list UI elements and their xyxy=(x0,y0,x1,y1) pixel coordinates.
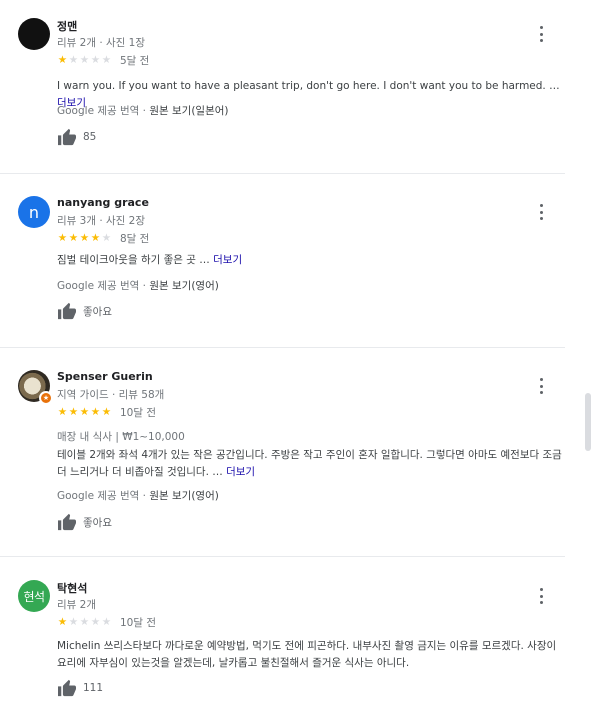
rating-row: ★ ★ ★ ★ ★ 8달 전 xyxy=(57,231,150,245)
like-button[interactable]: 좋아요 xyxy=(57,302,112,320)
reviewer-meta: 리뷰 2개 xyxy=(57,599,96,611)
more-options-icon[interactable] xyxy=(538,378,544,394)
star-icon: ★ xyxy=(57,405,68,418)
more-options-icon[interactable] xyxy=(538,588,544,604)
like-button[interactable]: 111 xyxy=(57,679,103,697)
profile-photo: ★ xyxy=(18,370,53,405)
dining-price-info: 매장 내 식사 | ₩1~10,000 xyxy=(57,431,185,443)
avatar-initial: n xyxy=(28,202,40,222)
more-link[interactable]: 더보기 xyxy=(226,466,255,478)
view-original-link[interactable]: 원본 보기(일본어) xyxy=(149,105,228,117)
review-card: 정맨 리뷰 2개 · 사진 1장 ★ ★ ★ ★ ★ 5달 전 I warn you. … xyxy=(0,18,574,168)
divider xyxy=(0,347,565,348)
more-options-icon[interactable] xyxy=(538,26,544,42)
reviewer-name[interactable]: nanyang grace xyxy=(57,196,149,209)
translation-label: Google 제공 번역 · xyxy=(57,105,150,117)
star-icon: ★ xyxy=(90,615,101,628)
review-text: 테이블 2개와 좌석 4개가 있는 작은 공간입니다. 주방은 작고 주인이 혼… xyxy=(57,447,567,481)
review-time: 5달 전 xyxy=(120,54,150,67)
star-icon: ★ xyxy=(79,405,90,418)
star-icon: ★ xyxy=(101,405,112,418)
divider xyxy=(0,173,565,174)
star-rating: ★ ★ ★ ★ ★ xyxy=(57,55,112,66)
like-button[interactable]: 좋아요 xyxy=(57,513,112,531)
rating-row: ★ ★ ★ ★ ★ 10달 전 xyxy=(57,405,156,419)
divider xyxy=(0,556,565,557)
avatar[interactable]: n xyxy=(18,196,50,228)
local-guide-badge-icon: ★ xyxy=(39,391,53,405)
star-icon: ★ xyxy=(79,615,90,628)
star-rating: ★ ★ ★ ★ ★ xyxy=(57,233,112,244)
reviewer-name[interactable]: 탁현석 xyxy=(57,580,87,596)
avatar[interactable]: 현석 xyxy=(18,580,50,612)
thumbs-up-icon xyxy=(58,302,76,320)
review-card: 현석 탁현석 리뷰 2개 ★ ★ ★ ★ ★ 10달 전 Michelin 쓰리스타보다… xyxy=(0,580,574,719)
like-count: 85 xyxy=(83,131,97,143)
review-text: Michelin 쓰리스타보다 까다로운 예약방법, 먹기도 전에 피곤하다. … xyxy=(57,638,567,672)
reviewer-name[interactable]: Spenser Guerin xyxy=(57,370,153,383)
star-rating: ★ ★ ★ ★ ★ xyxy=(57,407,112,418)
translation-label: Google 제공 번역 · xyxy=(57,280,150,292)
star-icon: ★ xyxy=(79,231,90,244)
review-time: 8달 전 xyxy=(120,232,150,245)
rating-row: ★ ★ ★ ★ ★ 10달 전 xyxy=(57,615,156,629)
star-icon: ★ xyxy=(57,231,68,244)
more-options-icon[interactable] xyxy=(538,204,544,220)
view-original-link[interactable]: 원본 보기(영어) xyxy=(149,490,219,502)
review-time: 10달 전 xyxy=(120,616,157,629)
scrollbar-thumb[interactable] xyxy=(585,393,591,451)
rating-row: ★ ★ ★ ★ ★ 5달 전 xyxy=(57,53,150,67)
star-icon: ★ xyxy=(57,615,68,628)
star-rating: ★ ★ ★ ★ ★ xyxy=(57,617,112,628)
like-count: 111 xyxy=(83,682,104,694)
review-body: I warn you. If you want to have a pleasa… xyxy=(57,80,560,92)
star-icon: ★ xyxy=(90,405,101,418)
star-icon: ★ xyxy=(79,53,90,66)
translation-label: Google 제공 번역 · xyxy=(57,490,150,502)
like-button[interactable]: 85 xyxy=(57,128,96,146)
review-card: ★ Spenser Guerin 지역 가이드 · 리뷰 58개 ★ ★ ★ ★ ★ 1… xyxy=(0,370,574,540)
star-icon: ★ xyxy=(68,405,79,418)
translation-note: Google 제공 번역 · 원본 보기(영어) xyxy=(57,488,219,503)
avatar-initial: 현석 xyxy=(23,589,45,604)
star-icon: ★ xyxy=(68,615,79,628)
reviewer-meta: 리뷰 3개 · 사진 2장 xyxy=(57,215,146,227)
star-icon: ★ xyxy=(90,231,101,244)
review-body: Michelin 쓰리스타보다 까다로운 예약방법, 먹기도 전에 피곤하다. … xyxy=(57,640,557,669)
star-icon: ★ xyxy=(101,53,112,66)
star-icon: ★ xyxy=(68,231,79,244)
review-time: 10달 전 xyxy=(120,406,157,419)
star-icon: ★ xyxy=(90,53,101,66)
avatar[interactable] xyxy=(18,18,50,50)
like-label: 좋아요 xyxy=(83,516,112,529)
reviewer-name[interactable]: 정맨 xyxy=(57,18,77,34)
thumbs-up-icon xyxy=(58,679,76,697)
more-link[interactable]: 더보기 xyxy=(213,254,242,266)
reviewer-meta: 지역 가이드 · 리뷰 58개 xyxy=(57,389,165,401)
avatar[interactable]: ★ xyxy=(18,370,53,405)
review-text: 짐벌 테이크아웃을 하기 좋은 곳 … 더보기 xyxy=(57,252,567,269)
star-icon: ★ xyxy=(101,615,112,628)
thumbs-up-icon xyxy=(58,513,76,531)
star-icon: ★ xyxy=(101,231,112,244)
star-icon: ★ xyxy=(68,53,79,66)
review-body: 짐벌 테이크아웃을 하기 좋은 곳 … xyxy=(57,254,210,266)
thumbs-up-icon xyxy=(58,128,76,146)
review-body: 테이블 2개와 좌석 4개가 있는 작은 공간입니다. 주방은 작고 주인이 혼… xyxy=(57,449,562,478)
reviewer-meta: 리뷰 2개 · 사진 1장 xyxy=(57,37,146,49)
like-label: 좋아요 xyxy=(83,305,112,318)
star-icon: ★ xyxy=(57,53,68,66)
view-original-link[interactable]: 원본 보기(영어) xyxy=(149,280,219,292)
translation-note: Google 제공 번역 · 원본 보기(영어) xyxy=(57,278,219,293)
translation-note: Google 제공 번역 · 원본 보기(일본어) xyxy=(57,103,229,118)
review-card: n nanyang grace 리뷰 3개 · 사진 2장 ★ ★ ★ ★ ★ 8달 전… xyxy=(0,196,574,336)
